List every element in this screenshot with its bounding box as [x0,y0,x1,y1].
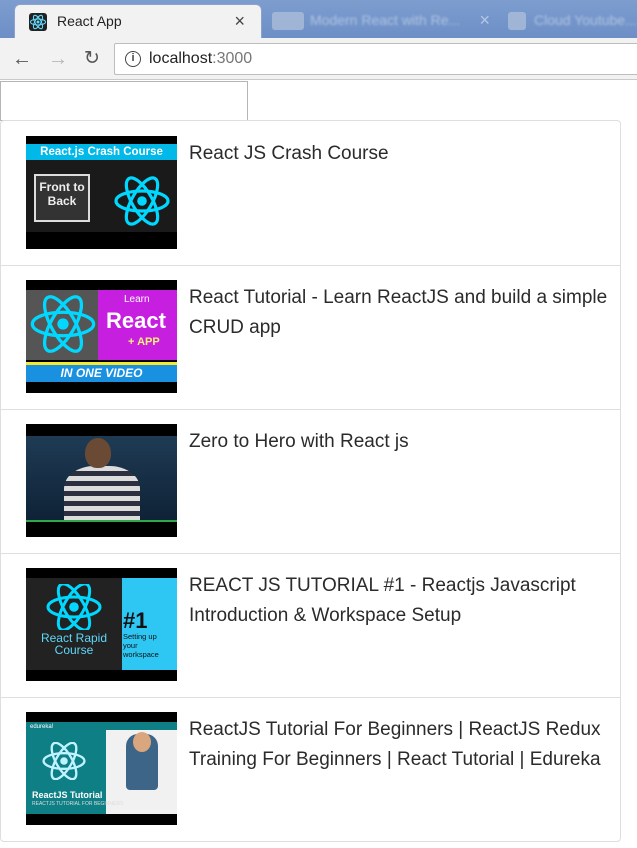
thumbnail-banner: React.js Crash Course [40,146,163,158]
close-tab-icon[interactable]: × [479,10,490,31]
tab-title: Modern React with Re... [310,12,461,28]
react-logo-icon [30,294,96,354]
thumbnail-brand: edureka! [30,724,54,730]
thumbnail-small-text: Setting up your workspace [123,632,159,659]
video-title[interactable]: React JS Crash Course [189,139,609,169]
thumbnail-floor-line [26,520,177,522]
thumbnail-person-body [64,466,140,522]
tab-title: Cloud Youtube... [534,12,637,28]
site-info-icon[interactable]: i [125,51,141,67]
tab-favicon-icon [508,12,526,30]
search-input[interactable] [0,81,248,121]
back-arrow-icon[interactable]: ← [10,47,34,71]
list-item[interactable]: Zero to Hero with React js [1,409,620,554]
thumbnail-react-text: React [106,308,166,333]
thumbnail-caption: ReactJS Tutorial [32,790,103,800]
video-thumbnail[interactable]: Learn React + APP IN ONE VIDEO [26,280,177,393]
reload-icon[interactable]: ↻ [80,47,104,71]
thumbnail-caption: React Rapid Course [40,631,108,657]
react-favicon-icon [29,13,47,31]
video-thumbnail[interactable]: React.js Crash Course Front to Back [26,136,177,249]
thumbnail-person-head [133,732,151,752]
address-port: :3000 [212,50,253,67]
video-title[interactable]: REACT JS TUTORIAL #1 - Reactjs Javascrip… [189,571,609,631]
thumbnail-subcaption: REACTJS TUTORIAL FOR BEGINNERS [32,801,124,807]
video-thumbnail[interactable] [26,424,177,537]
tab-favicon-icon [272,12,304,30]
react-logo-icon [42,742,86,780]
thumbnail-number: #1 [123,608,148,633]
list-item[interactable]: React Rapid Course #1 Setting up your wo… [1,553,620,698]
address-text: localhost:3000 [149,50,252,68]
thumbnail-person-head [85,438,111,468]
tab-modern-react[interactable]: Modern React with Re... × [262,4,500,38]
tab-cloud-youtube[interactable]: Cloud Youtube... [500,4,637,38]
video-title[interactable]: Zero to Hero with React js [189,427,609,457]
tab-react-app[interactable]: React App × [14,4,262,38]
thumbnail-app-text: + APP [128,336,160,348]
list-item[interactable]: React.js Crash Course Front to Back Reac… [1,121,620,266]
thumbnail-learn-text: Learn [124,294,150,305]
forward-arrow-icon[interactable]: → [46,47,70,71]
thumbnail-bottom-banner: IN ONE VIDEO [26,362,177,382]
browser-tabstrip: React App × Modern React with Re... × Cl… [0,0,637,38]
address-host: localhost [149,50,213,67]
list-item[interactable]: Learn React + APP IN ONE VIDEO React Tut… [1,265,620,410]
thumbnail-magenta-panel: Learn React + APP [98,290,177,360]
video-title[interactable]: React Tutorial - Learn ReactJS and build… [189,283,609,343]
tab-title: React App [57,13,122,29]
react-logo-icon [46,584,102,630]
video-list: React.js Crash Course Front to Back Reac… [0,120,621,842]
address-bar[interactable]: i localhost:3000 [114,43,637,75]
video-thumbnail[interactable]: React Rapid Course #1 Setting up your wo… [26,568,177,681]
thumbnail-box-text: Front to Back [34,174,90,222]
browser-toolbar: ← → ↻ i localhost:3000 [0,38,637,80]
video-title[interactable]: ReactJS Tutorial For Beginners | ReactJS… [189,715,609,775]
video-thumbnail[interactable]: edureka! ReactJS Tutorial REACTJS TUTORI… [26,712,177,825]
react-logo-icon [114,176,170,226]
list-item[interactable]: edureka! ReactJS Tutorial REACTJS TUTORI… [1,697,620,842]
close-tab-icon[interactable]: × [234,11,245,32]
